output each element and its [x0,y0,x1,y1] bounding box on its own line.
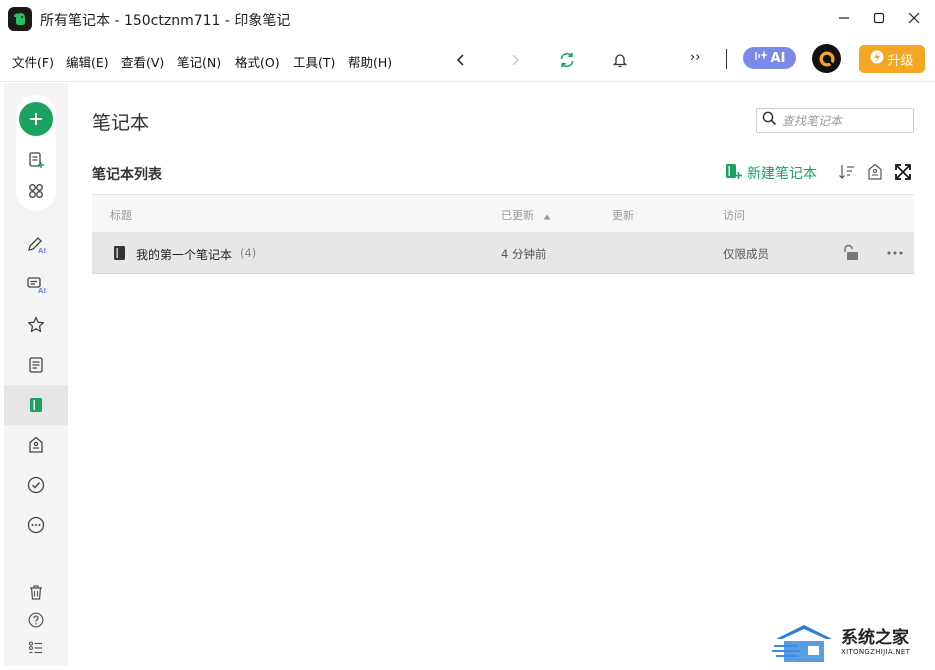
ai-label: AI [770,50,786,66]
ai-chat-icon[interactable]: AI [24,273,48,297]
search-input[interactable] [782,113,902,128]
upgrade-button[interactable]: 升级 [859,45,925,73]
menu-bar: 文件(F) 编辑(E) 查看(V) 笔记(N) 格式(O) 工具(T) 帮助(H… [0,38,935,82]
sync-icon[interactable] [555,48,579,72]
sort-up-icon [543,210,551,223]
menu-tools[interactable]: 工具(T) [293,52,335,71]
new-notebook-button[interactable]: 新建笔记本 [724,162,817,184]
plus-icon[interactable] [19,102,53,136]
notebook-icon[interactable] [24,393,48,417]
watermark-en: XITONGZHIJIA.NET [841,648,911,656]
ai-button[interactable]: AI [743,47,796,69]
toolbar-divider [726,49,727,69]
menu-file[interactable]: 文件(F) [12,52,54,71]
overflow-button[interactable]: ›› [690,50,700,65]
back-arrow-icon[interactable] [449,48,473,72]
evernote-elephant-icon [8,7,32,31]
page-title: 笔记本 [92,112,150,134]
menu-edit[interactable]: 编辑(E) [66,52,109,71]
search-box[interactable] [756,108,914,133]
column-updated-label: 已更新 [501,209,534,222]
notebook-note-count: (4) [240,246,257,260]
avatar-icon[interactable] [812,44,841,73]
column-updated[interactable]: 已更新 [501,207,551,223]
new-notebook-icon [724,162,742,184]
new-note-icon[interactable] [24,148,48,172]
check-circle-icon[interactable] [24,473,48,497]
table-row[interactable]: 我的第一个笔记本 (4) 4 分钟前 仅限成员 [92,233,914,274]
column-updated-by[interactable]: 更新 [612,207,634,223]
svg-text:AI: AI [38,287,46,295]
help-icon[interactable] [24,608,48,632]
sort-icon[interactable] [837,162,857,182]
ai-sparkle-icon [754,49,768,67]
search-icon [762,111,777,130]
sidebar: AI AI [4,83,68,666]
watermark-house-icon [772,625,832,662]
forward-arrow-icon[interactable] [503,48,527,72]
menu-help[interactable]: 帮助(H) [348,52,392,71]
menu-note[interactable]: 笔记(N) [177,52,221,71]
main-panel: 笔记本 笔记本列表 新建笔记本 标题 已更新 更新 访问 [68,83,935,670]
trash-icon[interactable] [24,580,48,604]
window-title: 所有笔记本 - 150ctznm711 - 印象笔记 [40,13,291,29]
tag-icon[interactable] [24,433,48,457]
notebook-updated: 4 分钟前 [501,247,547,261]
notebook-access: 仅限成员 [723,247,769,261]
menu-view[interactable]: 查看(V) [121,52,164,71]
menu-format[interactable]: 格式(O) [235,52,280,71]
watermark-cn: 系统之家 [841,628,909,648]
notebook-list-title: 笔记本列表 [92,167,162,183]
tag-filter-icon[interactable] [865,162,885,182]
lightning-icon [870,50,884,68]
notes-icon[interactable] [24,353,48,377]
upgrade-label: 升级 [887,53,914,69]
ai-pen-icon[interactable]: AI [24,233,48,257]
title-bar: 所有笔记本 - 150ctznm711 - 印象笔记 [0,0,935,38]
svg-text:AI: AI [38,247,46,255]
notebook-row-icon [110,243,130,263]
table-header: 标题 已更新 更新 访问 [92,194,914,233]
maximize-icon[interactable] [866,6,892,30]
column-title[interactable]: 标题 [110,207,132,223]
apps-grid-icon[interactable] [24,179,48,203]
unlock-icon[interactable] [841,243,861,263]
expand-icon[interactable] [893,162,913,182]
close-icon[interactable] [901,6,927,30]
star-icon[interactable] [24,313,48,337]
minimize-icon[interactable] [831,6,857,30]
sidebar-create-group [16,95,56,211]
notebook-name: 我的第一个笔记本 [136,248,233,262]
new-notebook-label: 新建笔记本 [747,166,817,182]
column-access[interactable]: 访问 [723,207,745,223]
watermark-logo: 系统之家 XITONGZHIJIA.NET [772,620,922,664]
more-icon[interactable] [24,513,48,537]
more-options-icon[interactable] [885,243,905,263]
bell-icon[interactable] [608,48,632,72]
checklist-icon[interactable] [24,636,48,660]
